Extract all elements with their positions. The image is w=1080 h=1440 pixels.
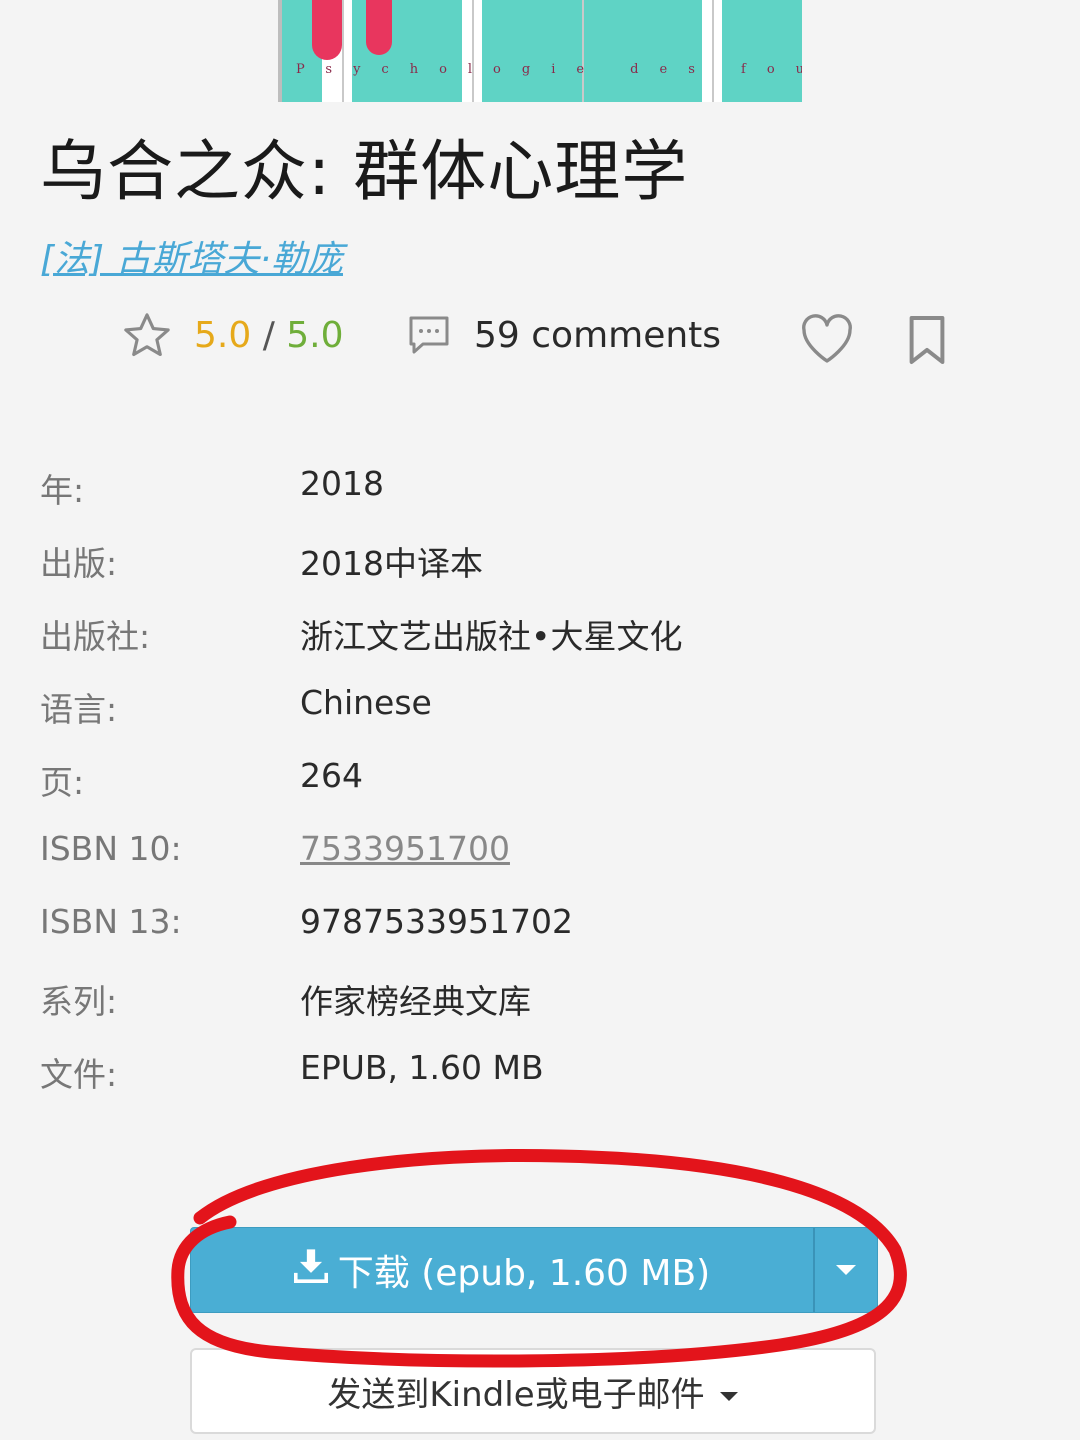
bookmark-icon[interactable]	[905, 313, 949, 371]
detail-value: 264	[300, 756, 363, 795]
detail-row-edition: 出版: 2018中译本	[40, 523, 1040, 596]
detail-row-isbn10: ISBN 10: 7533951700	[40, 815, 1040, 888]
download-split-button: 下载 (epub, 1.60 MB)	[190, 1227, 878, 1313]
detail-row-pages: 页: 264	[40, 742, 1040, 815]
cover-art-tie	[312, 0, 342, 60]
detail-row-year: 年: 2018	[40, 450, 1040, 523]
detail-value: 9787533951702	[300, 902, 573, 941]
detail-label: 年:	[40, 471, 85, 510]
detail-label: 语言:	[40, 690, 118, 729]
download-button[interactable]: 下载 (epub, 1.60 MB)	[191, 1228, 813, 1312]
download-options-toggle[interactable]	[815, 1228, 877, 1312]
detail-row-file: 文件: EPUB, 1.60 MB	[40, 1034, 1040, 1107]
book-title: 乌合之众: 群体心理学	[40, 133, 689, 210]
detail-label: ISBN 10:	[40, 829, 182, 868]
cover-art	[722, 0, 802, 102]
send-to-kindle-label: 发送到Kindle或电子邮件	[327, 1374, 705, 1415]
comments-count[interactable]: 59 comments	[474, 315, 721, 356]
rating-value: 5.0	[194, 315, 252, 356]
author-link[interactable]: [法] 古斯塔夫·勒庞	[40, 230, 343, 282]
detail-label: 文件:	[40, 1055, 118, 1094]
detail-label: 出版社:	[40, 617, 151, 656]
detail-label: 系列:	[40, 982, 118, 1021]
book-details: 年: 2018 出版: 2018中译本 出版社: 浙江文艺出版社•大星文化 语言…	[40, 450, 1040, 1107]
rating-separator: /	[251, 315, 287, 356]
detail-value: EPUB, 1.60 MB	[300, 1048, 544, 1087]
cover-art-line	[582, 0, 584, 102]
detail-value: 2018中译本	[300, 544, 483, 583]
cover-art-line	[472, 0, 474, 102]
detail-row-series: 系列: 作家榜经典文库	[40, 961, 1040, 1034]
detail-label: ISBN 13:	[40, 902, 182, 941]
cover-subtitle: Psychologie des foules	[296, 62, 802, 77]
heart-icon[interactable]	[798, 311, 856, 369]
detail-value: 浙江文艺出版社•大星文化	[300, 617, 683, 656]
rating-max: 5.0	[286, 315, 344, 356]
rating: 5.0 / 5.0	[194, 315, 344, 356]
detail-row-isbn13: ISBN 13: 9787533951702	[40, 888, 1040, 961]
star-icon[interactable]	[120, 309, 174, 367]
cover-art-line	[342, 0, 344, 102]
caret-down-icon	[835, 1261, 857, 1280]
detail-value: 作家榜经典文库	[300, 982, 531, 1021]
detail-label: 页:	[40, 763, 85, 802]
book-cover[interactable]: Psychologie des foules	[278, 0, 802, 102]
detail-row-language: 语言: Chinese	[40, 669, 1040, 742]
cover-art-line	[712, 0, 714, 102]
cover-art	[482, 0, 702, 102]
cover-art-tie	[366, 0, 392, 55]
book-stats: 5.0 / 5.0 59 comments	[0, 305, 1080, 375]
comment-icon[interactable]	[405, 311, 453, 363]
caret-down-icon	[719, 1371, 739, 1411]
download-icon	[293, 1248, 328, 1293]
download-label: 下载 (epub, 1.60 MB)	[337, 1253, 711, 1294]
isbn10-link[interactable]: 7533951700	[300, 829, 510, 868]
detail-value: 2018	[300, 464, 384, 503]
detail-label: 出版:	[40, 544, 118, 583]
send-to-kindle-button[interactable]: 发送到Kindle或电子邮件	[190, 1348, 876, 1434]
detail-row-publisher: 出版社: 浙江文艺出版社•大星文化	[40, 596, 1040, 669]
detail-value: Chinese	[300, 683, 432, 722]
